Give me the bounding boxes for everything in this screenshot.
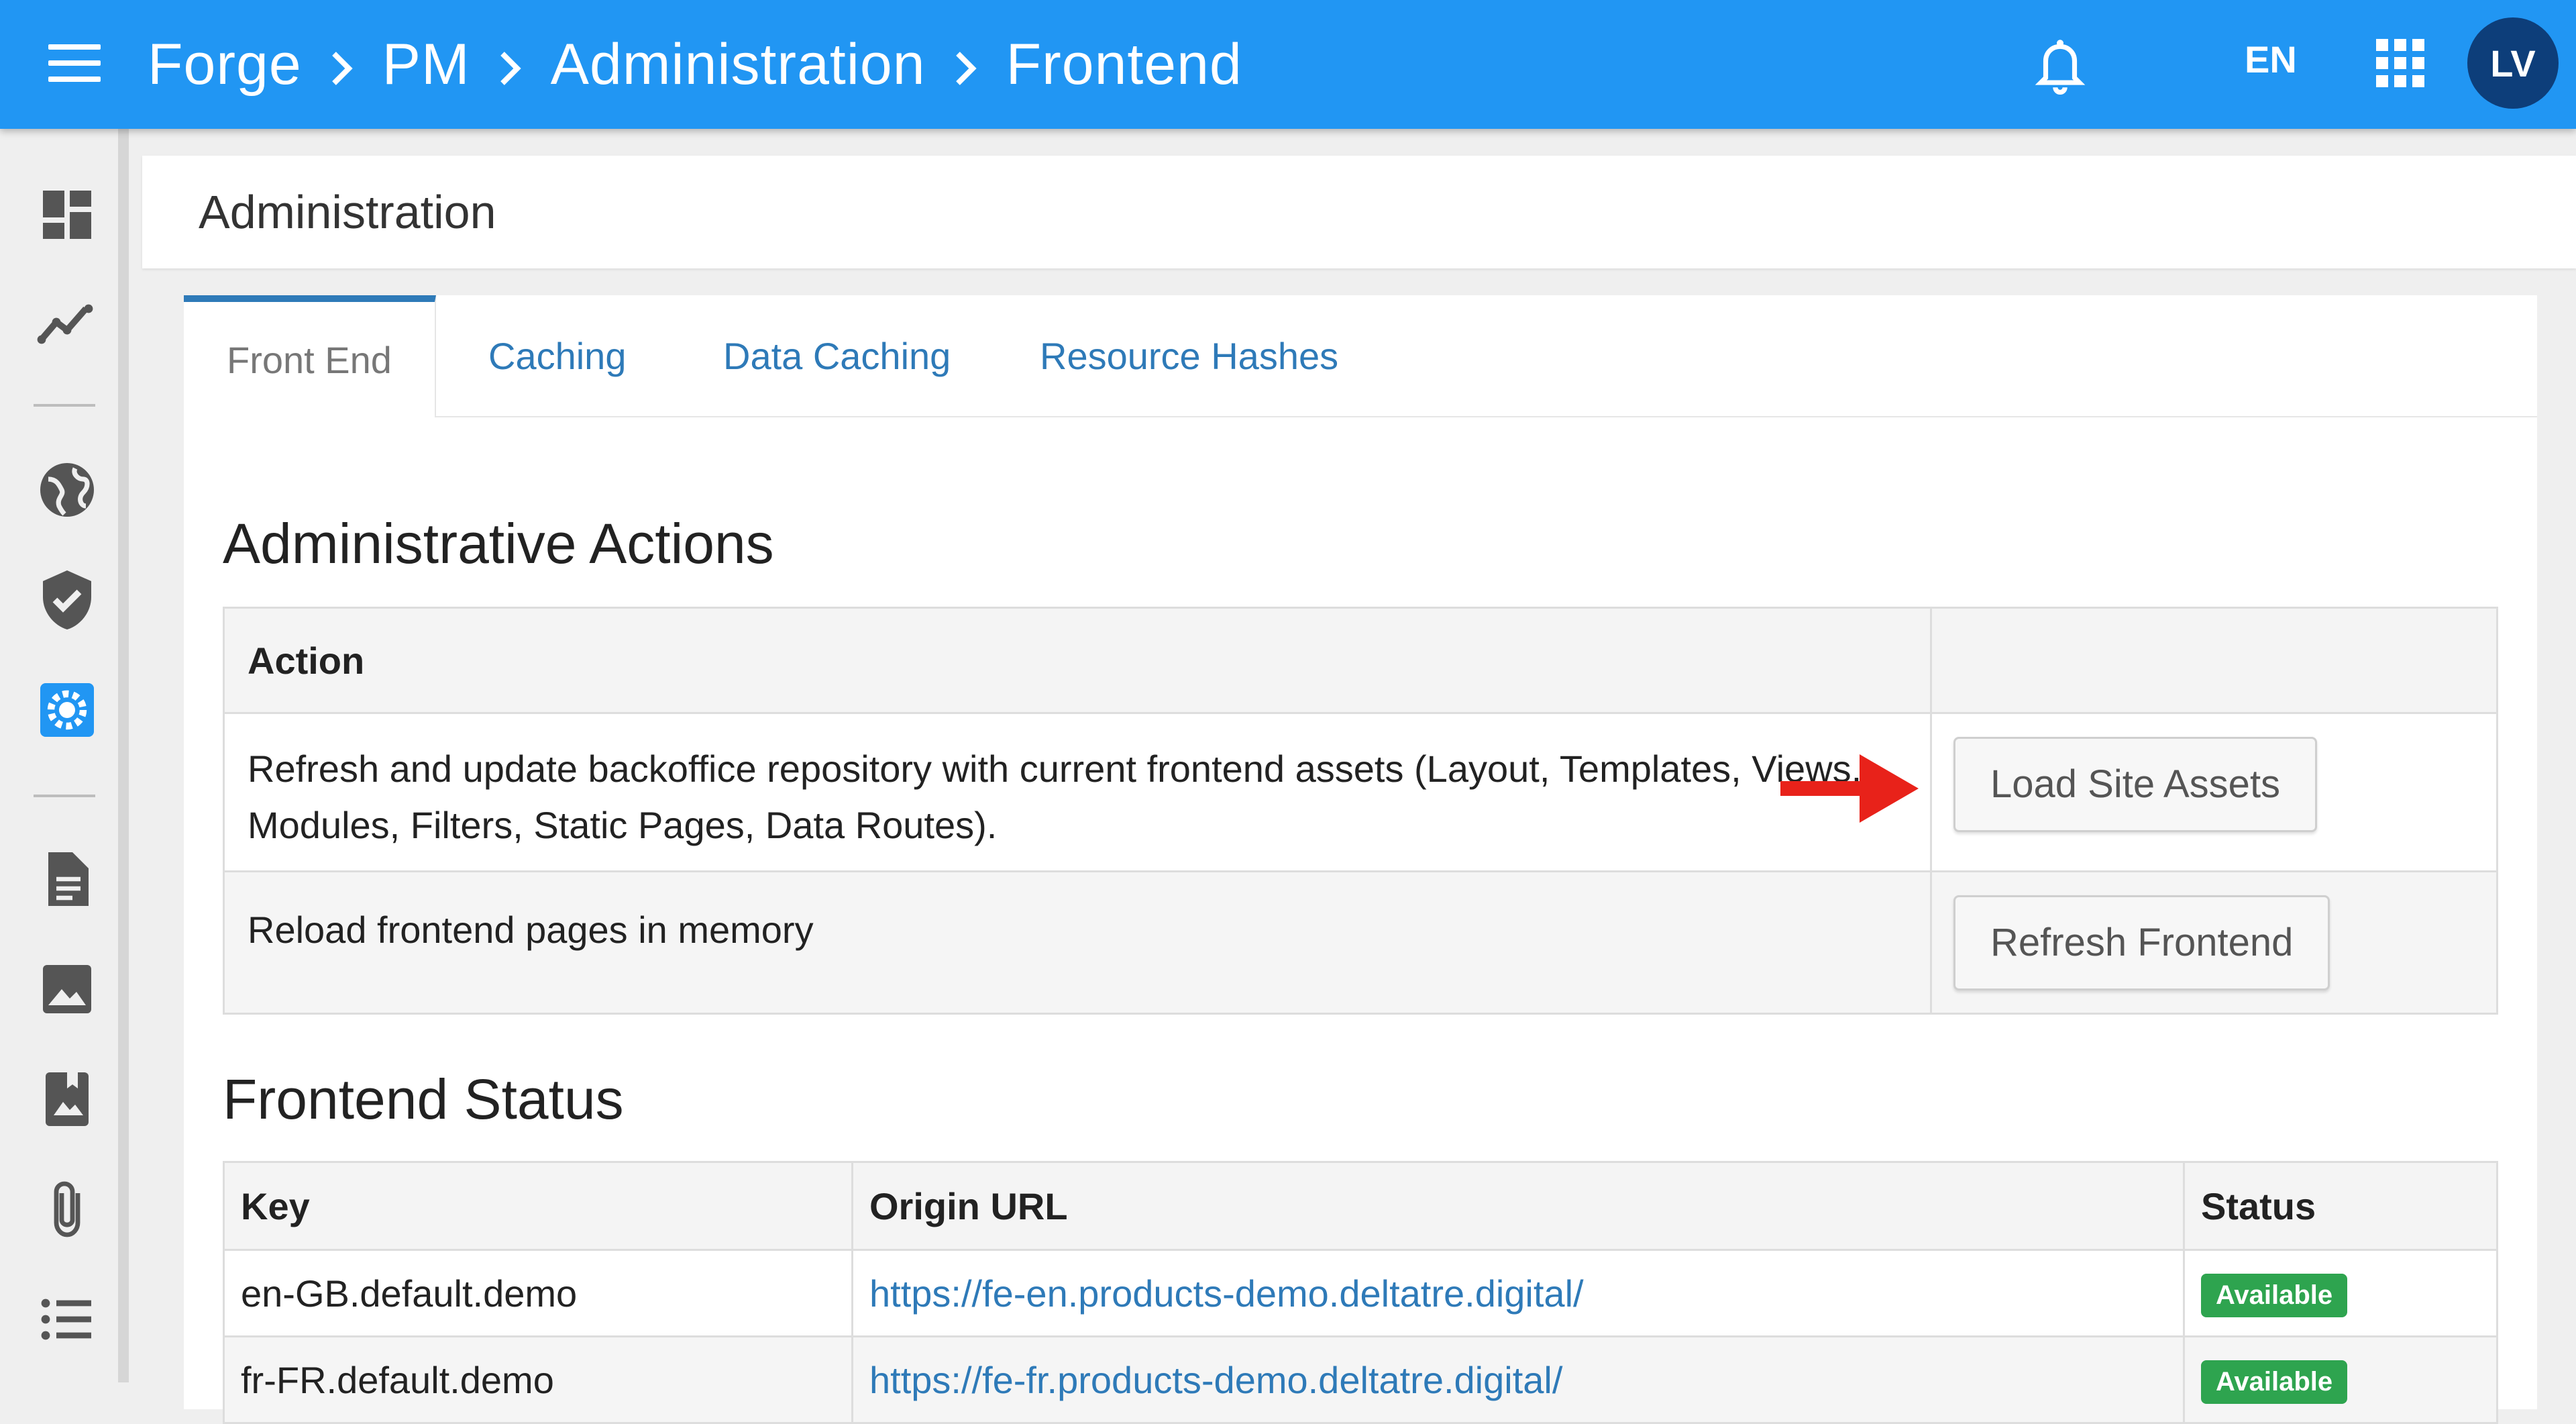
frontend-key: fr-FR.default.demo — [223, 1335, 853, 1424]
shield-check-icon[interactable] — [35, 568, 99, 632]
column-header-key: Key — [223, 1161, 853, 1251]
globe-icon[interactable] — [35, 458, 99, 522]
settings-icon[interactable] — [35, 678, 99, 742]
content-card: Front End Caching Data Caching Resource … — [184, 295, 2537, 1424]
status-table: Key Origin URL Status en-GB.default.demo… — [223, 1161, 2498, 1424]
top-bar: Forge PM Administration Frontend EN LV — [0, 0, 2576, 129]
column-header-status: Status — [2183, 1161, 2498, 1251]
tab-front-end[interactable]: Front End — [184, 295, 436, 417]
breadcrumb-pm[interactable]: PM — [382, 32, 470, 98]
status-badge: Available — [2201, 1274, 2348, 1317]
menu-icon[interactable] — [48, 44, 101, 82]
administrative-actions-title: Administrative Actions — [223, 512, 774, 575]
attachment-icon[interactable] — [35, 1177, 99, 1241]
chevron-right-icon — [926, 32, 1006, 98]
dashboard-icon[interactable] — [35, 183, 99, 247]
breadcrumb: Forge PM Administration Frontend — [148, 0, 1242, 129]
page-title: Administration — [199, 186, 496, 238]
list-icon[interactable] — [35, 1287, 99, 1352]
table-header-row: Action — [223, 607, 2498, 714]
sidebar — [0, 129, 129, 1382]
column-header-origin-url: Origin URL — [851, 1161, 2185, 1251]
load-site-assets-button[interactable]: Load Site Assets — [1953, 737, 2318, 832]
photo-album-icon[interactable] — [35, 1067, 99, 1131]
tab-resource-hashes[interactable]: Resource Hashes — [1040, 295, 1338, 416]
sidebar-divider — [34, 795, 95, 797]
page-header: Administration — [142, 156, 2576, 268]
table-row: Refresh and update backoffice repository… — [223, 712, 2498, 872]
breadcrumb-frontend[interactable]: Frontend — [1006, 32, 1242, 98]
breadcrumb-forge[interactable]: Forge — [148, 32, 302, 98]
language-selector[interactable]: EN — [2245, 38, 2297, 81]
table-header-row: Key Origin URL Status — [223, 1161, 2498, 1251]
image-icon[interactable] — [35, 957, 99, 1021]
table-row: fr-FR.default.demo https://fe-fr.product… — [223, 1335, 2498, 1424]
analytics-icon[interactable] — [35, 293, 99, 357]
user-avatar[interactable]: LV — [2467, 17, 2559, 109]
refresh-frontend-button[interactable]: Refresh Frontend — [1953, 895, 2330, 990]
column-header-action: Action — [223, 607, 1932, 714]
column-header-empty — [1930, 607, 2498, 714]
tab-bar: Front End Caching Data Caching Resource … — [184, 295, 2537, 417]
action-description: Reload frontend pages in memory — [223, 870, 1932, 1015]
annotation-arrow-icon — [1780, 754, 1919, 823]
sidebar-divider — [34, 404, 95, 407]
origin-url-link[interactable]: https://fe-fr.products-demo.deltatre.dig… — [869, 1359, 1562, 1401]
table-row: en-GB.default.demo https://fe-en.product… — [223, 1249, 2498, 1337]
tab-caching[interactable]: Caching — [488, 295, 626, 416]
apps-grid-icon[interactable] — [2376, 39, 2424, 87]
origin-url-link[interactable]: https://fe-en.products-demo.deltatre.dig… — [869, 1272, 1584, 1315]
chevron-right-icon — [470, 32, 551, 98]
tab-data-caching[interactable]: Data Caching — [723, 295, 951, 416]
breadcrumb-administration[interactable]: Administration — [551, 32, 926, 98]
document-icon[interactable] — [35, 847, 99, 911]
bell-icon[interactable] — [2031, 34, 2089, 98]
actions-table: Action Refresh and update backoffice rep… — [223, 607, 2498, 1015]
action-description: Refresh and update backoffice repository… — [223, 712, 1932, 872]
chevron-right-icon — [302, 32, 382, 98]
frontend-key: en-GB.default.demo — [223, 1249, 853, 1337]
frontend-status-title: Frontend Status — [223, 1068, 624, 1131]
table-row: Reload frontend pages in memory Refresh … — [223, 870, 2498, 1015]
